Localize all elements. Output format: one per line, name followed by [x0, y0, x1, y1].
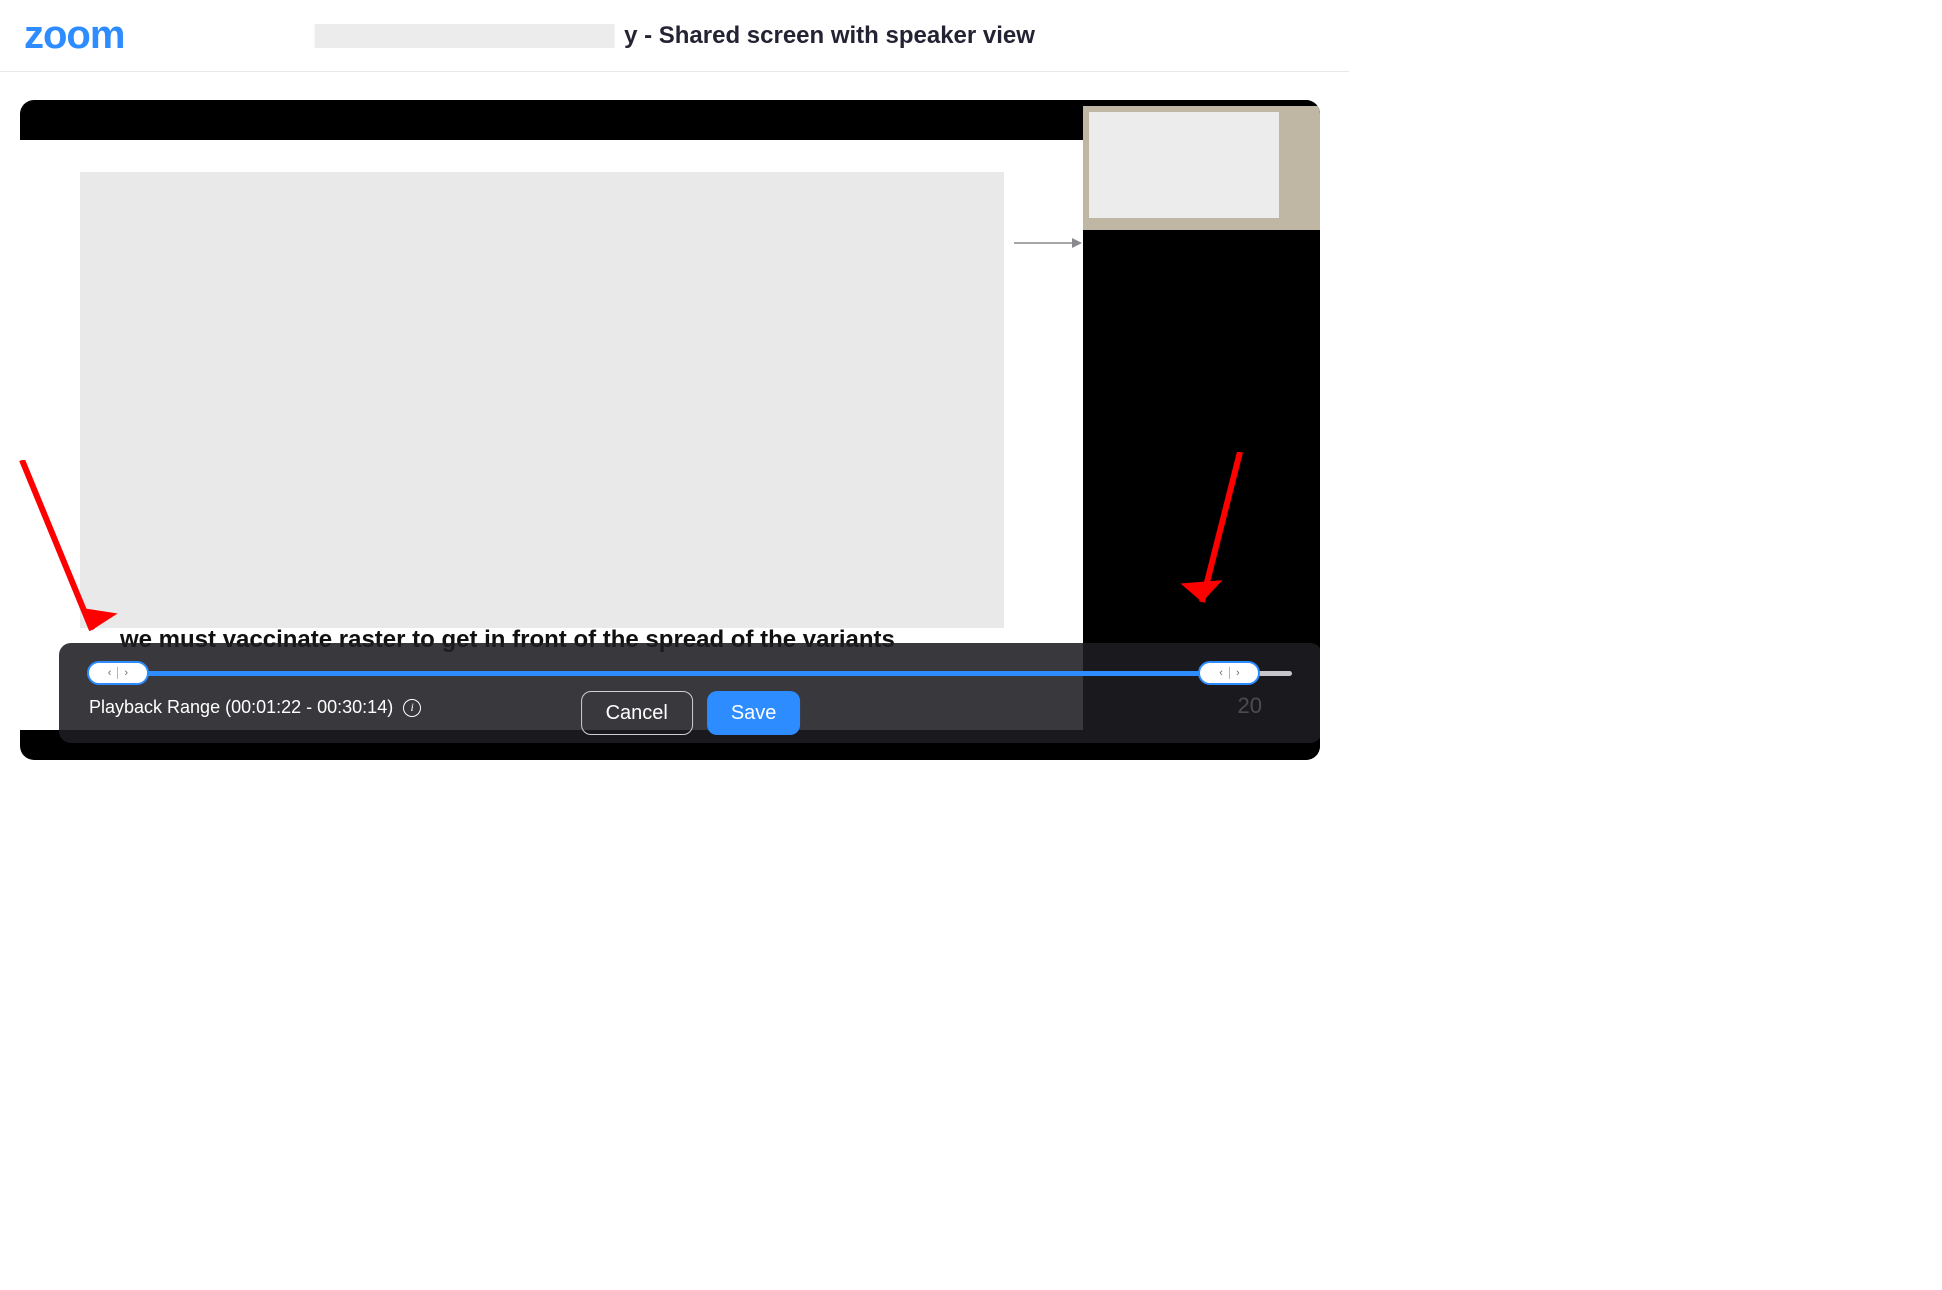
range-track-fill [118, 671, 1230, 676]
video-stage: we must vaccinate raster to get in front… [20, 100, 1320, 760]
chevron-left-icon: ‹ [1219, 668, 1223, 679]
range-end-handle[interactable]: ‹ › [1198, 661, 1260, 685]
chevron-left-icon: ‹ [108, 668, 112, 679]
playback-range-panel: 20 ‹ › ‹ › Playback Range (00:01:22 - 00… [59, 643, 1320, 743]
chevron-right-icon: › [124, 668, 128, 679]
handle-divider [117, 667, 118, 679]
info-icon[interactable]: i [403, 699, 421, 717]
slide-image-placeholder [80, 172, 1004, 628]
zoom-logo: zoom [24, 13, 124, 58]
range-track[interactable]: ‹ › ‹ › [89, 657, 1292, 689]
range-start-handle[interactable]: ‹ › [87, 661, 149, 685]
page-title: y - Shared screen with speaker view [314, 22, 1035, 50]
shared-screen-area: we must vaccinate raster to get in front… [20, 140, 1103, 730]
playback-range-label: Playback Range (00:01:22 - 00:30:14) [89, 697, 393, 718]
header: zoom y - Shared screen with speaker view [0, 0, 1349, 72]
faded-timestamp: 20 [1238, 693, 1262, 719]
speaker-video-thumbnail [1089, 112, 1279, 218]
handle-divider [1229, 667, 1230, 679]
slide-right-arrow-icon [1014, 235, 1084, 251]
title-suffix: y - Shared screen with speaker view [624, 22, 1035, 50]
save-button[interactable]: Save [707, 691, 801, 735]
chevron-right-icon: › [1236, 668, 1240, 679]
title-redacted-block [314, 24, 614, 48]
cancel-button[interactable]: Cancel [581, 691, 693, 735]
range-action-buttons: Cancel Save [581, 691, 801, 735]
